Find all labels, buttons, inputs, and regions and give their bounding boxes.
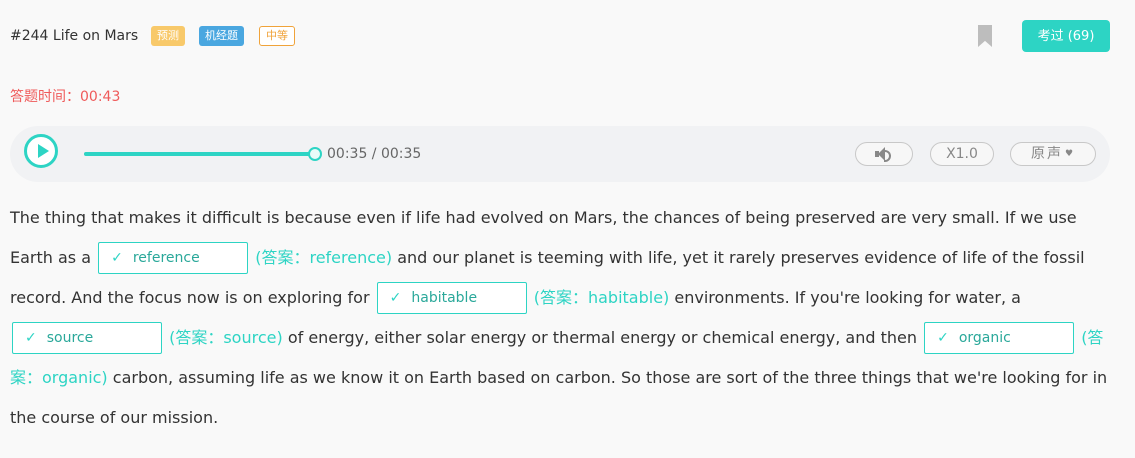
speed-button[interactable]: X1.0 xyxy=(930,142,994,166)
tag-difficulty: 中等 xyxy=(259,26,295,46)
voice-select-label: 原声 xyxy=(1030,146,1063,162)
passage-segment: of energy, either solar energy or therma… xyxy=(287,328,917,347)
play-button[interactable] xyxy=(24,134,58,168)
question-header: #244 Life on Mars 预测 机经题 中等 考过 (69) xyxy=(10,20,1110,52)
chevron-down-icon: ♥ xyxy=(1064,149,1076,159)
voice-select[interactable]: 原声 ♥ xyxy=(1010,142,1096,166)
answer-timer: 答题时间：00:43 xyxy=(10,89,121,105)
passage-segment: carbon, assuming life as we know it on E… xyxy=(10,368,1108,427)
speaker-icon xyxy=(874,146,894,162)
blank-input-4[interactable]: ✓ organic xyxy=(924,321,1075,354)
blank-value: reference xyxy=(132,249,200,266)
blank-input-3[interactable]: ✓ source xyxy=(12,321,162,354)
blank-input-2[interactable]: ✓ habitable xyxy=(376,281,527,314)
question-title: #244 Life on Mars xyxy=(10,28,139,44)
tag-jijing: 机经题 xyxy=(199,26,244,46)
answer-hint: (答案：reference) xyxy=(255,248,393,267)
check-icon: ✓ xyxy=(111,249,123,266)
blank-value: habitable xyxy=(411,289,478,306)
blank-input-1[interactable]: ✓ reference xyxy=(98,241,249,274)
progress-fill xyxy=(84,152,314,156)
passage-text: The thing that makes it difficult is bec… xyxy=(10,198,1108,438)
progress-track[interactable] xyxy=(84,147,322,161)
answer-hint: (答案：source) xyxy=(169,328,283,347)
volume-button[interactable] xyxy=(855,142,913,166)
check-icon: ✓ xyxy=(25,329,37,346)
check-icon: ✓ xyxy=(937,329,949,346)
play-icon xyxy=(38,144,49,158)
progress-knob[interactable] xyxy=(308,147,322,161)
audio-player: 00:35 / 00:35 X1.0 原声 ♥ xyxy=(10,126,1110,182)
check-icon: ✓ xyxy=(389,289,402,306)
bookmark-icon[interactable] xyxy=(978,25,992,47)
blank-value: source xyxy=(46,329,94,346)
answer-hint: (答案：habitable) xyxy=(533,288,670,307)
exam-count-button[interactable]: 考过 (69) xyxy=(1022,20,1110,52)
blank-value: organic xyxy=(958,329,1011,346)
tag-predict: 预测 xyxy=(151,26,185,46)
time-display: 00:35 / 00:35 xyxy=(327,146,422,162)
passage-segment: environments. If you're looking for wate… xyxy=(674,288,1021,307)
